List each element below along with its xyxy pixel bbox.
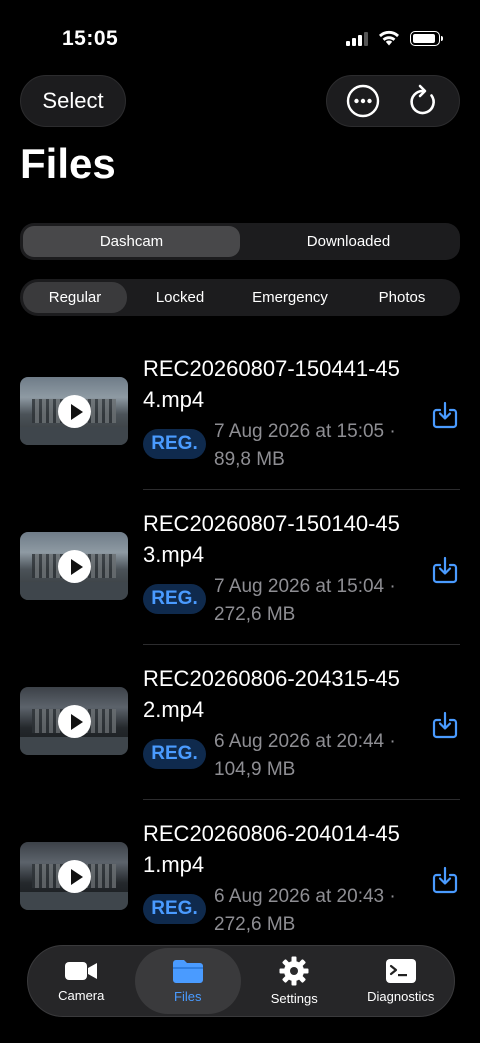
refresh-icon[interactable]: [399, 77, 447, 125]
gear-icon: [279, 956, 309, 986]
download-icon[interactable]: [432, 866, 458, 894]
file-meta: 7 Aug 2026 at 15:04 · 272,6 MB: [214, 576, 396, 625]
filter-segmented-control: Regular Locked Emergency Photos: [20, 279, 460, 316]
status-badge: REG.: [143, 894, 206, 924]
tab-camera[interactable]: Camera: [28, 948, 135, 1014]
file-meta: 6 Aug 2026 at 20:43 · 272,6 MB: [214, 886, 396, 935]
status-bar: 15:05: [0, 0, 480, 80]
video-thumbnail[interactable]: [20, 687, 128, 755]
tab-label: Files: [174, 989, 202, 1004]
header-actions: [326, 75, 460, 127]
tab-files[interactable]: Files: [134, 948, 241, 1014]
tab-label: Diagnostics: [367, 989, 435, 1004]
file-name: REC20260807-150441-454.mp4: [143, 356, 400, 412]
source-segmented-control: Dashcam Downloaded: [20, 223, 460, 260]
file-meta: 7 Aug 2026 at 15:05 · 89,8 MB: [214, 421, 396, 470]
folder-icon: [172, 960, 203, 983]
download-icon[interactable]: [432, 401, 458, 429]
battery-icon: [410, 30, 443, 46]
play-icon: [58, 550, 91, 583]
video-thumbnail[interactable]: [20, 532, 128, 600]
segment-dashcam[interactable]: Dashcam: [23, 226, 240, 257]
more-icon[interactable]: [339, 77, 387, 125]
file-name: REC20260806-204315-452.mp4: [143, 666, 400, 722]
status-icons: [346, 30, 443, 46]
filter-regular[interactable]: Regular: [23, 282, 127, 313]
signal-icon: [346, 30, 368, 46]
tab-label: Settings: [270, 991, 318, 1006]
file-row[interactable]: REC20260807-150140-453.mp4 REG. 7 Aug 20…: [0, 490, 480, 645]
tab-diagnostics[interactable]: Diagnostics: [348, 948, 455, 1014]
camera-icon: [65, 962, 98, 980]
status-time: 15:05: [62, 27, 119, 50]
file-meta: 6 Aug 2026 at 20:44 · 104,9 MB: [214, 731, 396, 780]
status-badge: REG.: [143, 584, 206, 614]
status-badge: REG.: [143, 429, 206, 459]
play-icon: [58, 705, 91, 738]
segment-downloaded[interactable]: Downloaded: [240, 226, 457, 257]
download-icon[interactable]: [432, 711, 458, 739]
filter-emergency[interactable]: Emergency: [233, 282, 347, 313]
file-row[interactable]: REC20260806-204315-452.mp4 REG. 6 Aug 20…: [0, 645, 480, 800]
wifi-icon: [379, 30, 399, 46]
video-thumbnail[interactable]: [20, 842, 128, 910]
play-icon: [58, 395, 91, 428]
page-title: Files: [20, 140, 116, 187]
video-thumbnail[interactable]: [20, 377, 128, 445]
file-name: REC20260807-150140-453.mp4: [143, 511, 400, 567]
status-badge: REG.: [143, 739, 206, 769]
tab-label: Camera: [58, 988, 105, 1003]
download-icon[interactable]: [432, 556, 458, 584]
filter-photos[interactable]: Photos: [347, 282, 457, 313]
select-button[interactable]: Select: [20, 75, 126, 127]
file-list: REC20260807-150441-454.mp4 REG. 7 Aug 20…: [0, 335, 480, 955]
file-row[interactable]: REC20260807-150441-454.mp4 REG. 7 Aug 20…: [0, 335, 480, 490]
filter-locked[interactable]: Locked: [127, 282, 233, 313]
file-row[interactable]: REC20260806-204014-451.mp4 REG. 6 Aug 20…: [0, 800, 480, 955]
file-name: REC20260806-204014-451.mp4: [143, 821, 400, 877]
tab-bar: Camera Files Settings Diagnostics: [27, 945, 455, 1017]
tab-settings[interactable]: Settings: [241, 948, 348, 1014]
terminal-icon: [385, 959, 416, 983]
play-icon: [58, 860, 91, 893]
